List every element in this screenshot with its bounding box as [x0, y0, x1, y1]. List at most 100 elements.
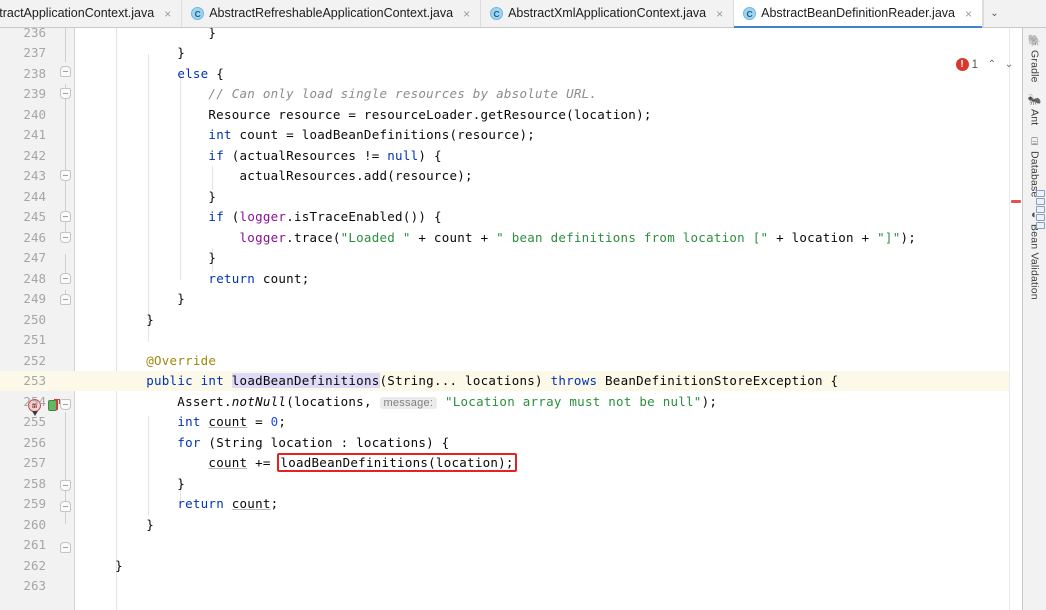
- line-number: 263: [23, 578, 46, 594]
- line-number: 252: [23, 352, 46, 368]
- code-line[interactable]: 248 return count;: [0, 268, 1009, 289]
- class-icon: C: [490, 7, 504, 20]
- code-line[interactable]: 242 if (actualResources != null) {: [0, 145, 1009, 166]
- code-line[interactable]: 243 actualResources.add(resource);: [0, 166, 1009, 187]
- ant-icon: 🐜: [1027, 93, 1042, 106]
- inlay-hint: message:: [379, 396, 438, 409]
- error-icon: !: [955, 58, 969, 71]
- line-content: Resource resource = resourceLoader.getRe…: [84, 106, 652, 122]
- line-content: }: [84, 311, 154, 327]
- close-icon[interactable]: ×: [162, 8, 173, 20]
- tab-label: stractApplicationContext.java: [0, 6, 155, 21]
- line-content: return count;: [208, 270, 310, 286]
- code-line[interactable]: 246 logger.trace("Loaded " + count + " b…: [0, 227, 1009, 248]
- code-line[interactable]: 252 @Override: [0, 350, 1009, 371]
- code-line[interactable]: 244 }: [0, 186, 1009, 207]
- line-content: }: [84, 188, 217, 204]
- code-line[interactable]: 251: [0, 330, 1009, 351]
- line-content: @Override: [146, 352, 217, 368]
- editor-tab-abstractapplicationcontext[interactable]: C stractApplicationContext.java ×: [0, 0, 183, 27]
- tool-window-label: Bean Validation: [1028, 223, 1041, 300]
- line-content: }: [84, 28, 217, 40]
- code-line[interactable]: 237 }: [0, 43, 1009, 64]
- line-content: Assert.notNull(locations, message: "Loca…: [84, 393, 718, 409]
- line-number: 243: [23, 168, 46, 184]
- line-content: int count = loadBeanDefinitions(resource…: [208, 127, 535, 143]
- code-line[interactable]: 262 }: [0, 555, 1009, 576]
- code-line[interactable]: 263: [0, 576, 1009, 597]
- code-line[interactable]: 258 }: [0, 473, 1009, 494]
- code-line-caret[interactable]: 253 public int loadBeanDefinitions(Strin…: [0, 370, 1009, 391]
- line-number: 246: [23, 229, 46, 245]
- code-line[interactable]: 240 Resource resource = resourceLoader.g…: [0, 104, 1009, 125]
- line-content: if (logger.isTraceEnabled()) {: [208, 209, 442, 225]
- line-number: 237: [23, 45, 46, 61]
- error-stripe-scrollbar[interactable]: [1009, 28, 1022, 610]
- line-content: for (String location : locations) {: [177, 434, 450, 450]
- code-line[interactable]: 257 count += loadBeanDefinitions(locatio…: [0, 453, 1009, 474]
- line-number: 255: [23, 414, 46, 430]
- previous-problem-icon[interactable]: ⌃: [985, 59, 999, 70]
- tool-window-label: Gradle: [1028, 50, 1041, 83]
- line-content: }: [84, 250, 217, 266]
- stripe-mini-icon: [1036, 198, 1045, 205]
- code-line[interactable]: 249 }: [0, 289, 1009, 310]
- line-content: logger.trace("Loaded " + count + " bean …: [239, 229, 917, 245]
- line-number: 240: [23, 106, 46, 122]
- line-content: // Can only load single resources by abs…: [208, 86, 598, 102]
- highlighted-call-box: loadBeanDefinitions(location);: [277, 453, 517, 473]
- code-line[interactable]: 250 }: [0, 309, 1009, 330]
- code-line[interactable]: 239 // Can only load single resources by…: [0, 84, 1009, 105]
- line-number: 242: [23, 147, 46, 163]
- line-content: }: [84, 45, 186, 61]
- line-content: }: [84, 475, 186, 491]
- close-icon[interactable]: ×: [714, 8, 725, 20]
- line-number: 247: [23, 250, 46, 266]
- code-line[interactable]: 245 if (logger.isTraceEnabled()) {: [0, 207, 1009, 228]
- line-content: actualResources.add(resource);: [84, 168, 473, 184]
- stripe-mini-icon: [1036, 214, 1045, 221]
- class-icon: C: [743, 7, 757, 20]
- tool-window-ant[interactable]: 🐜 Ant: [1028, 91, 1042, 131]
- tool-window-gradle[interactable]: 🐘 Gradle: [1028, 32, 1042, 89]
- line-number: 260: [23, 516, 46, 532]
- editor-tab-abstractxmlapplicationcontext[interactable]: C AbstractXmlApplicationContext.java ×: [481, 0, 735, 27]
- tab-label: AbstractBeanDefinitionReader.java: [761, 6, 955, 21]
- ide-window: C stractApplicationContext.java × C Abst…: [0, 0, 1046, 610]
- code-line[interactable]: 255 int count = 0;: [0, 412, 1009, 433]
- code-line[interactable]: 241 int count = loadBeanDefinitions(reso…: [0, 125, 1009, 146]
- line-number: 249: [23, 291, 46, 307]
- line-number: 258: [23, 475, 46, 491]
- line-content: }: [84, 557, 123, 573]
- code-editor[interactable]: m 236 } 237 } 238 else {239 // Can only…: [0, 28, 1009, 610]
- close-icon[interactable]: ×: [461, 8, 472, 20]
- code-line[interactable]: 247 }: [0, 248, 1009, 269]
- next-problem-icon[interactable]: ⌄: [1002, 59, 1016, 70]
- line-number: 236: [23, 28, 46, 40]
- code-line[interactable]: 259 return count;: [0, 494, 1009, 515]
- code-line[interactable]: 254 Assert.notNull(locations, message: "…: [0, 391, 1009, 412]
- inspection-widget[interactable]: ! 1 ⌃ ⌄: [955, 58, 1016, 71]
- database-icon: ⌸: [1031, 136, 1038, 149]
- line-content: public int loadBeanDefinitions(String...…: [146, 373, 839, 389]
- line-number: 262: [23, 557, 46, 573]
- editor-tab-abstractrefreshableapplicationcontext[interactable]: C AbstractRefreshableApplicationContext.…: [182, 0, 482, 27]
- line-number: 257: [23, 455, 46, 471]
- line-content: if (actualResources != null) {: [208, 147, 442, 163]
- code-line[interactable]: 236 }: [0, 28, 1009, 43]
- line-number: 251: [23, 332, 46, 348]
- code-line[interactable]: 238 else {: [0, 63, 1009, 84]
- tab-list-chevron-icon[interactable]: ⌄: [982, 0, 1005, 27]
- line-content: return count;: [177, 496, 279, 512]
- line-number: 241: [23, 127, 46, 143]
- code-line[interactable]: 260 }: [0, 514, 1009, 535]
- code-line[interactable]: 256 for (String location : locations) {: [0, 432, 1009, 453]
- editor-tab-abstractbeandefinitionreader[interactable]: C AbstractBeanDefinitionReader.java ×: [734, 0, 983, 28]
- error-stripe-marker[interactable]: [1011, 200, 1021, 203]
- code-line[interactable]: 261: [0, 535, 1009, 556]
- line-number: 245: [23, 209, 46, 225]
- close-icon[interactable]: ×: [963, 8, 974, 20]
- line-number: 250: [23, 311, 46, 327]
- tab-label: AbstractXmlApplicationContext.java: [508, 6, 707, 21]
- line-content: int count = 0;: [177, 414, 287, 430]
